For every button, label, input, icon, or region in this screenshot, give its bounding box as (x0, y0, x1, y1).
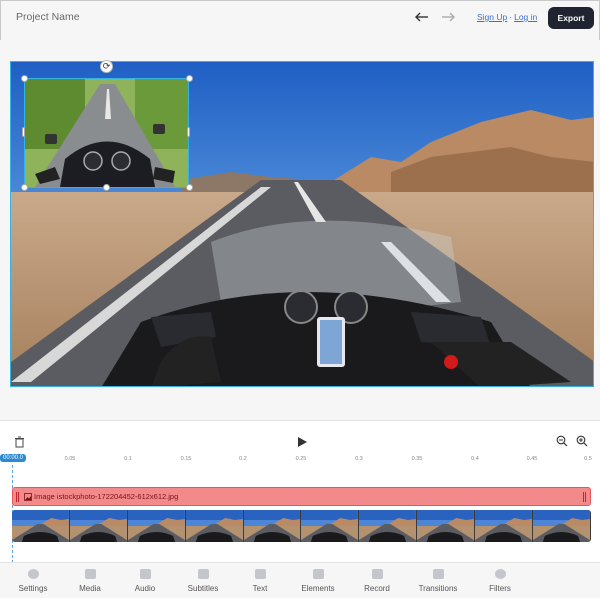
sign-up-link[interactable]: Sign Up (477, 12, 507, 22)
record-label: Record (364, 584, 390, 593)
video-thumbnail (359, 510, 418, 542)
top-bar: Project Name Sign Up · Log in Export (0, 0, 600, 40)
auth-separator: · (509, 12, 513, 22)
transitions-tab[interactable]: Transitions (410, 569, 466, 597)
record-icon (371, 569, 383, 579)
tick-label: 0.25 (295, 456, 307, 462)
overlay-image[interactable] (24, 78, 189, 188)
gear-icon (27, 569, 39, 579)
tick-label: 0.5 (584, 456, 592, 462)
tick-label: 0.2 (239, 456, 247, 462)
video-thumbnail (69, 510, 128, 542)
record-tab[interactable]: Record (349, 569, 405, 597)
media-label: Media (79, 584, 101, 593)
video-track-clip[interactable] (12, 510, 591, 542)
transitions-label: Transitions (418, 584, 458, 593)
clip-end-handle[interactable] (583, 492, 586, 502)
elements-tab[interactable]: Elements (290, 569, 346, 597)
elements-label: Elements (301, 584, 335, 593)
tick-label: 0.05 (64, 456, 76, 462)
tick-label: 0.15 (180, 456, 192, 462)
tick-label: 0.45 (526, 456, 538, 462)
video-thumbnail (475, 510, 534, 542)
transitions-icon (432, 569, 444, 579)
image-track-label: Image istockphoto-172204452-612x612.jpg (34, 492, 179, 501)
filters-tab[interactable]: Filters (472, 569, 528, 597)
settings-tab[interactable]: Settings (5, 569, 61, 597)
zoom-in-icon[interactable] (576, 435, 588, 447)
resize-handle-top-left[interactable] (21, 75, 28, 82)
elements-icon (312, 569, 324, 579)
text-icon (254, 569, 266, 579)
filters-label: Filters (489, 584, 511, 593)
resize-handle-left[interactable] (22, 127, 25, 137)
video-thumbnail (533, 510, 591, 542)
audio-label: Audio (134, 584, 156, 593)
video-thumbnail (301, 510, 360, 542)
music-icon (139, 569, 151, 579)
video-thumbnail (12, 510, 70, 542)
timeline-ruler[interactable]: 00:00.0 0.05 0.1 0.15 0.2 0.25 0.3 0.35 … (0, 453, 600, 467)
resize-handle-top-right[interactable] (186, 75, 193, 82)
filters-icon (494, 569, 506, 579)
overlay-image-picture (25, 79, 188, 187)
media-tab[interactable]: Media (62, 569, 118, 597)
undo-icon[interactable] (412, 9, 432, 27)
video-thumbnail (127, 510, 186, 542)
subtitles-icon (197, 569, 209, 579)
image-icon (24, 493, 32, 501)
redo-icon[interactable] (438, 9, 458, 27)
clip-start-handle[interactable] (16, 492, 19, 502)
trash-icon[interactable] (14, 436, 25, 448)
resize-handle-bottom-right[interactable] (186, 184, 193, 191)
preview-stage: ⟳ (0, 40, 600, 420)
resize-handle-bottom-left[interactable] (21, 184, 28, 191)
tick-label: 0.4 (471, 456, 479, 462)
tick-label: 0.35 (411, 456, 423, 462)
resize-handle-bottom[interactable] (103, 184, 110, 191)
subtitles-tab[interactable]: Subtitles (175, 569, 231, 597)
image-track-clip[interactable]: Image istockphoto-172204452-612x612.jpg (12, 487, 591, 506)
subtitles-label: Subtitles (187, 584, 219, 593)
tick-label: 0.1 (124, 456, 132, 462)
rotate-handle-icon[interactable]: ⟳ (100, 60, 113, 73)
text-tab[interactable]: Text (232, 569, 288, 597)
timeline-panel: 00:00.0 0.05 0.1 0.15 0.2 0.25 0.3 0.35 … (0, 420, 600, 563)
video-thumbnail (243, 510, 302, 542)
project-name-title[interactable]: Project Name (16, 11, 80, 23)
export-button[interactable]: Export (548, 7, 594, 29)
auth-links: Sign Up · Log in (477, 12, 537, 22)
tick-label: 0.3 (355, 456, 363, 462)
play-icon[interactable] (296, 436, 308, 448)
zoom-out-icon[interactable] (556, 435, 568, 447)
video-thumbnail (185, 510, 244, 542)
resize-handle-right[interactable] (187, 127, 190, 137)
audio-tab[interactable]: Audio (117, 569, 173, 597)
current-time-badge[interactable]: 00:00.0 (0, 454, 27, 462)
log-in-link[interactable]: Log in (514, 12, 537, 22)
text-label: Text (252, 584, 268, 593)
settings-label: Settings (18, 584, 48, 593)
media-icon (84, 569, 96, 579)
bottom-toolbar: Settings Media Audio Subtitles Text Elem… (0, 562, 600, 598)
video-thumbnail (417, 510, 476, 542)
